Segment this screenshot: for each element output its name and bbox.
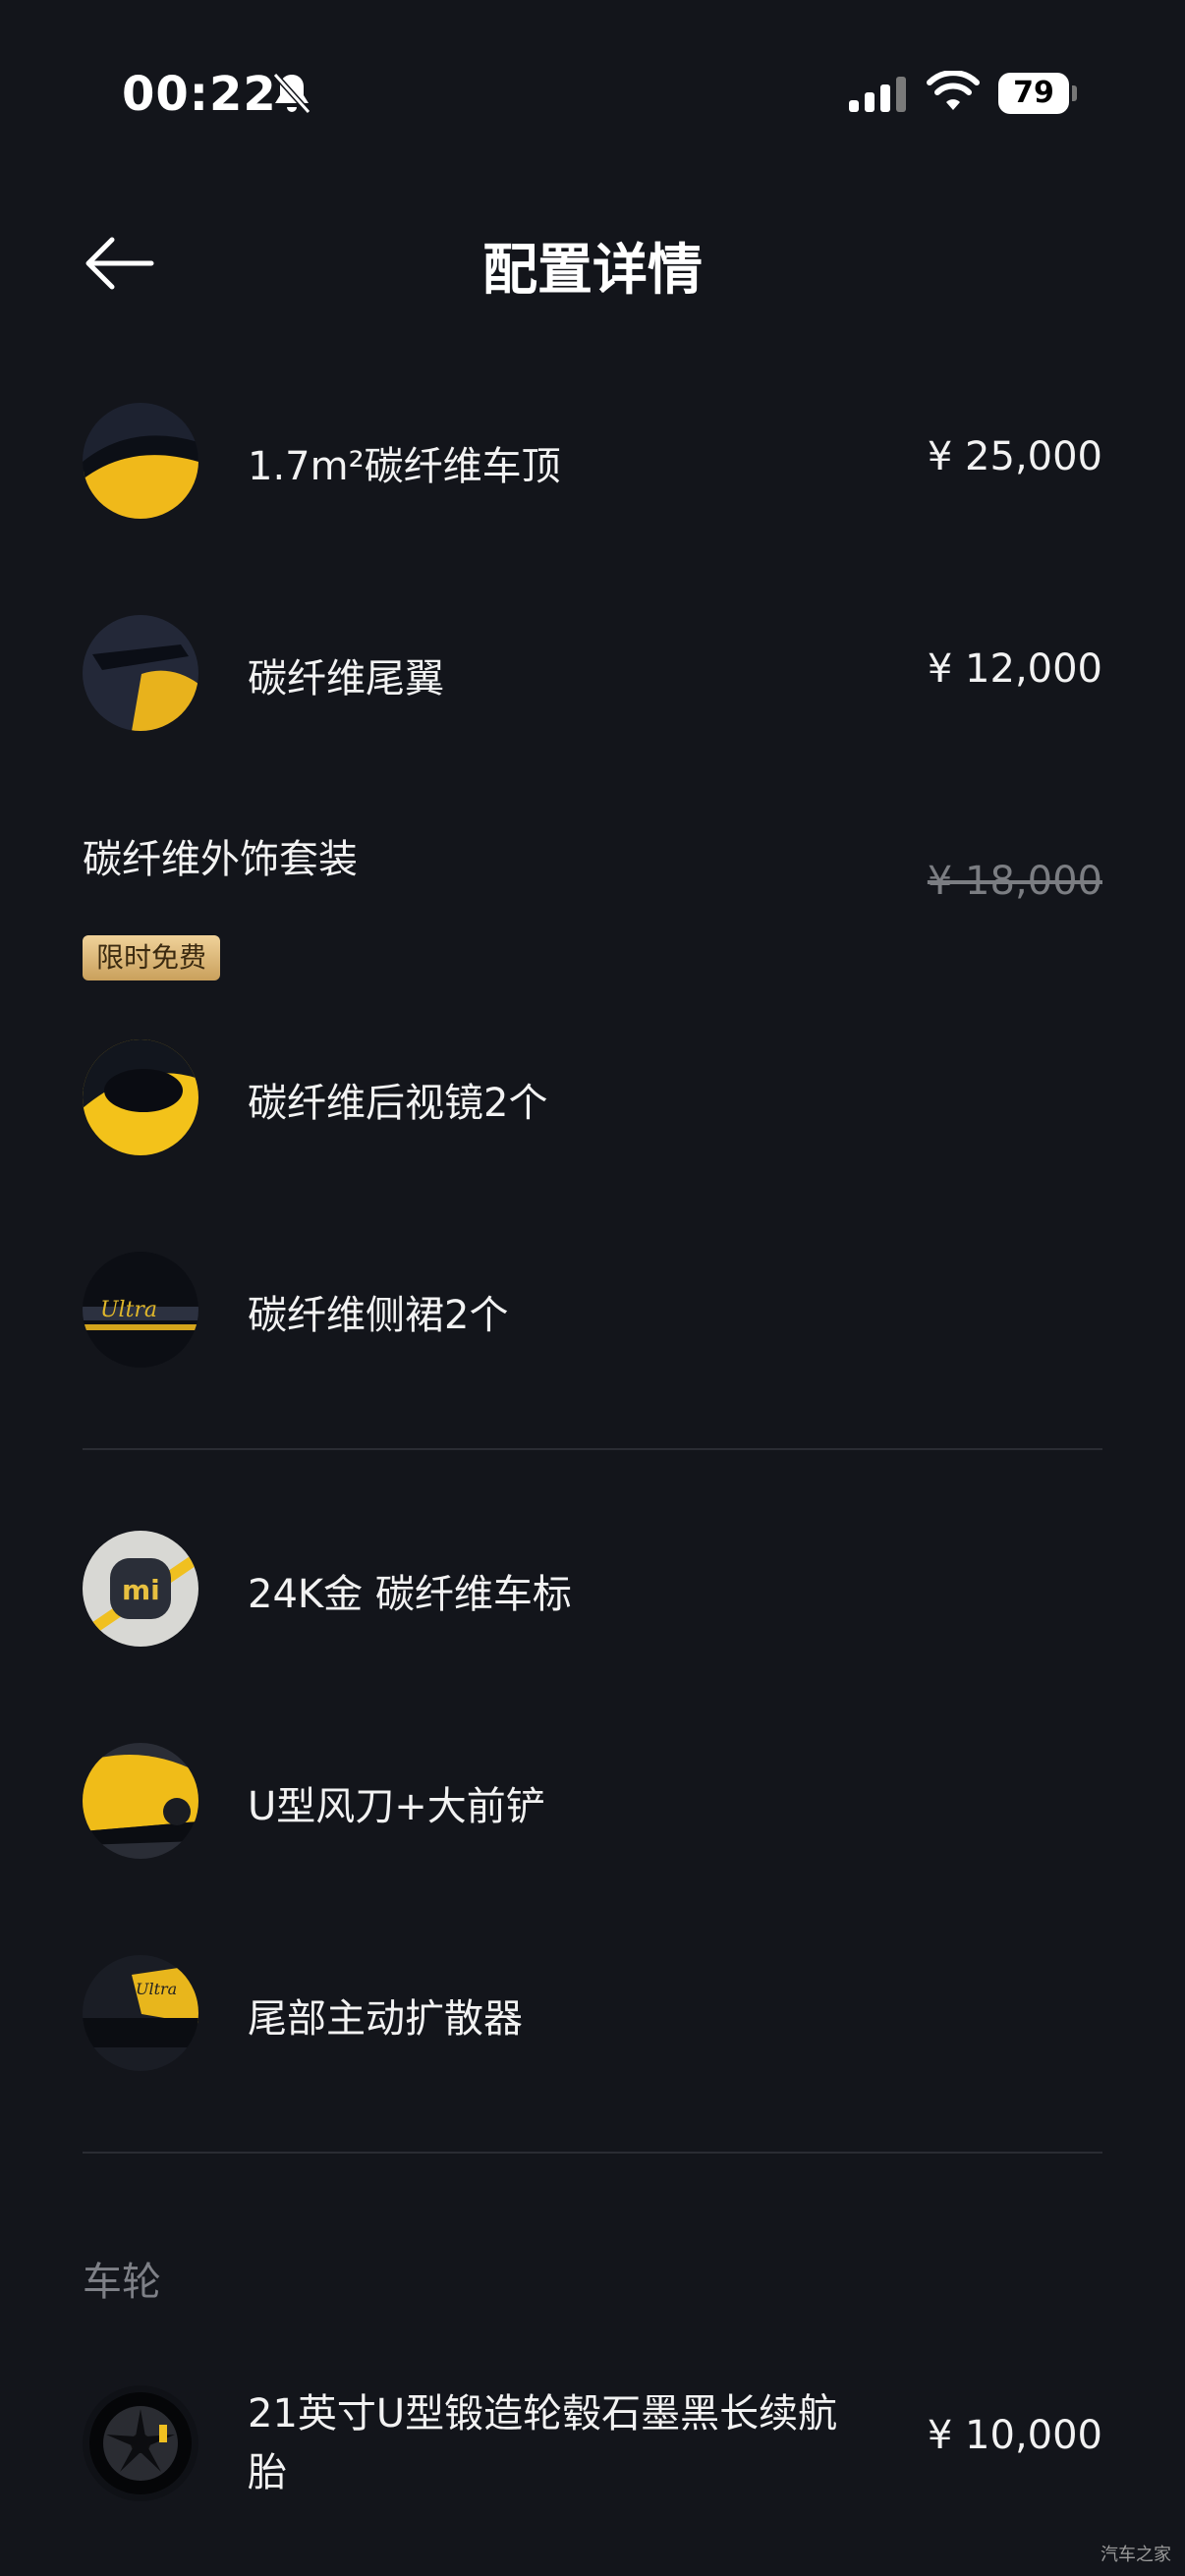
svg-text:mi: mi [122, 1574, 160, 1606]
carbon-spoiler-thumbnail [83, 615, 198, 731]
limited-free-badge: 限时免费 [83, 935, 221, 980]
list-item-carbon-spoiler[interactable]: 碳纤维尾翼 ¥ 12,000 [83, 615, 1102, 733]
item-price: ¥ 25,000 [927, 434, 1102, 479]
list-item-front-splitter[interactable]: U型风刀+大前铲 [83, 1743, 1102, 1861]
list-item-gold-carbon-logo[interactable]: mi 24K金 碳纤维车标 [83, 1531, 1102, 1649]
wheel-thumbnail [83, 2385, 198, 2501]
wifi-icon [927, 71, 980, 110]
item-price: ¥ 12,000 [927, 646, 1102, 692]
carbon-roof-thumbnail [83, 403, 198, 519]
battery-cap [1072, 85, 1077, 101]
page-title: 配置详情 [482, 239, 703, 303]
list-item-carbon-exterior-package[interactable]: 碳纤维外饰套装 限时免费 ¥ 18,000 [83, 827, 1102, 984]
list-item-active-diffuser[interactable]: Ultra 尾部主动扩散器 [83, 1955, 1102, 2073]
item-price: ¥ 10,000 [927, 2413, 1102, 2458]
signal-icon [849, 77, 906, 112]
list-item-carbon-roof[interactable]: 1.7m²碳纤维车顶 ¥ 25,000 [83, 403, 1102, 521]
item-label: 碳纤维后视镜2个 [248, 1081, 548, 1126]
item-label: U型风刀+大前铲 [248, 1784, 545, 1829]
divider [83, 2152, 1102, 2154]
list-item-carbon-side-skirts[interactable]: Ultra 碳纤维侧裙2个 [83, 1252, 1102, 1370]
item-label: 碳纤维尾翼 [248, 656, 444, 701]
status-bar: 00:22 79 [0, 0, 1185, 196]
wheel-label-line1: 21英寸U型锻造轮毂石墨黑长续航 [248, 2391, 838, 2436]
divider [83, 1448, 1102, 1450]
list-item-wheels[interactable]: 21英寸U型锻造轮毂石墨黑长续航 胎 ¥ 10,000 [83, 2381, 1102, 2503]
svg-text:Ultra: Ultra [136, 1980, 177, 1998]
item-label: 碳纤维侧裙2个 [248, 1293, 509, 1338]
mute-icon [272, 72, 311, 115]
status-time: 00:22 [122, 67, 277, 122]
list-item-carbon-mirrors[interactable]: 碳纤维后视镜2个 [83, 1039, 1102, 1157]
front-splitter-thumbnail [83, 1743, 198, 1859]
diffuser-thumbnail: Ultra [83, 1955, 198, 2071]
carbon-mirror-thumbnail [83, 1039, 198, 1155]
wheel-label-line2: 胎 [248, 2450, 287, 2495]
svg-text:Ultra: Ultra [100, 1298, 157, 1322]
item-price-strikethrough: ¥ 18,000 [927, 859, 1102, 904]
section-title-wheels: 车轮 [83, 2260, 161, 2305]
item-label: 尾部主动扩散器 [248, 1996, 523, 2042]
watermark: 汽车之家 [1100, 2545, 1171, 2565]
logo-thumbnail: mi [83, 1531, 198, 1647]
carbon-skirt-thumbnail: Ultra [83, 1252, 198, 1368]
package-label: 碳纤维外饰套装 [83, 837, 358, 882]
item-label: 24K金 碳纤维车标 [248, 1572, 572, 1617]
battery-icon: 79 [998, 73, 1077, 114]
item-label: 1.7m²碳纤维车顶 [248, 444, 561, 489]
battery-level: 79 [998, 73, 1069, 114]
